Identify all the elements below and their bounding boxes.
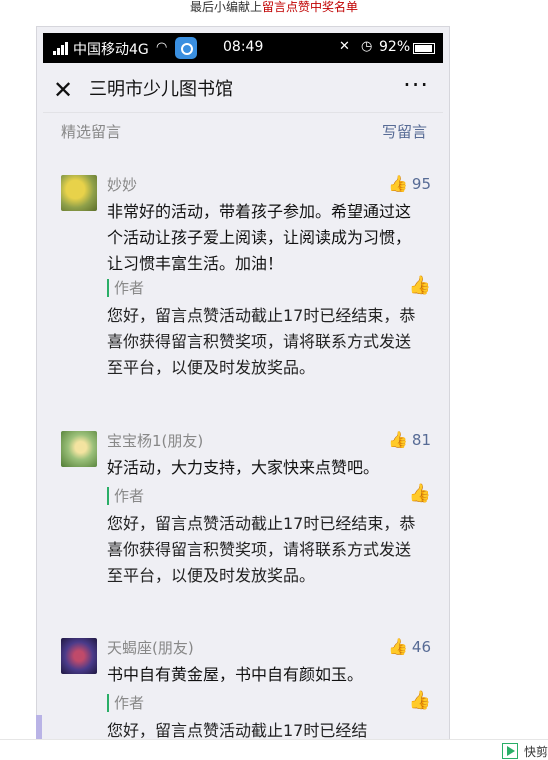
- comment-nickname: 妙妙: [107, 176, 138, 194]
- thumbs-up-outline-icon[interactable]: 👍: [409, 690, 431, 711]
- author-tag: 作者: [107, 279, 144, 297]
- write-comment-link[interactable]: 写留言: [382, 121, 427, 142]
- like-count: 95: [411, 175, 431, 193]
- thumbs-up-icon: 👍: [387, 430, 408, 449]
- comment-body: 好活动，大力支持，大家快来点赞吧。: [107, 458, 380, 477]
- footer-bar: 快剪: [0, 739, 548, 760]
- thumbs-up-outline-icon[interactable]: 👍: [409, 275, 431, 296]
- comment-nickname: 天蝎座(朋友): [107, 639, 194, 657]
- comment-body: 书中自有黄金屋，书中自有颜如玉。: [107, 665, 364, 684]
- mute-icon: ✕: [339, 39, 350, 54]
- more-icon[interactable]: ···: [403, 71, 429, 99]
- carrier-label: 中国移动4G: [73, 42, 149, 58]
- like-button[interactable]: 👍 95: [388, 173, 431, 195]
- caption-highlight: 留言点赞中奖名单: [262, 0, 359, 14]
- like-button[interactable]: 👍 46: [388, 636, 431, 658]
- battery-icon: [413, 43, 435, 54]
- thumbs-up-icon: 👍: [387, 174, 408, 193]
- footer-label[interactable]: 快剪: [524, 743, 548, 760]
- signal-icon: [53, 42, 71, 55]
- like-count: 46: [411, 638, 431, 656]
- battery-percent: 92%: [379, 39, 411, 55]
- app-notification-icon: [175, 37, 197, 59]
- featured-comments-label: 精选留言: [61, 123, 122, 141]
- page-title: 三明市少儿图书馆: [89, 79, 233, 100]
- close-icon[interactable]: ✕: [53, 75, 73, 105]
- like-button[interactable]: 👍 81: [388, 429, 431, 451]
- play-icon[interactable]: [502, 743, 518, 759]
- thumbs-up-outline-icon[interactable]: 👍: [409, 483, 431, 504]
- thumbs-up-icon: 👍: [387, 637, 408, 656]
- alarm-icon: ◷: [361, 39, 373, 54]
- wifi-icon: ◠: [156, 40, 168, 55]
- status-bar: 中国移动4G ◠ 08:49 ✕ ◷ 92%: [43, 33, 443, 63]
- page-caption: 最后小编献上留言点赞中奖名单: [0, 0, 548, 14]
- comment-nickname: 宝宝杨1(朋友): [107, 432, 204, 450]
- avatar[interactable]: [61, 638, 97, 674]
- like-count: 81: [411, 431, 431, 449]
- comments-header: 精选留言 写留言: [61, 121, 427, 143]
- status-time: 08:49: [223, 39, 264, 55]
- avatar[interactable]: [61, 175, 97, 211]
- comment-body: 非常好的活动，带着孩子参加。希望通过这个活动让孩子爱上阅读，让阅读成为习惯，让习…: [107, 202, 412, 273]
- caption-prefix: 最后小编献上: [189, 0, 262, 14]
- reply-body: 您好，留言点赞活动截止17时已经结束，恭喜你获得留言积赞奖项，请将联系方式发送至…: [107, 514, 416, 585]
- reply-body: 您好，留言点赞活动截止17时已经结束，恭喜你获得留言积赞奖项，请将联系方式发送至…: [107, 306, 416, 377]
- author-tag: 作者: [107, 694, 144, 712]
- phone-screenshot: 中国移动4G ◠ 08:49 ✕ ◷ 92% ✕ 三明市少儿图书馆 ··· 精选…: [36, 26, 450, 746]
- author-tag: 作者: [107, 487, 144, 505]
- nav-bar: ✕ 三明市少儿图书馆 ···: [43, 67, 443, 113]
- avatar[interactable]: [61, 431, 97, 467]
